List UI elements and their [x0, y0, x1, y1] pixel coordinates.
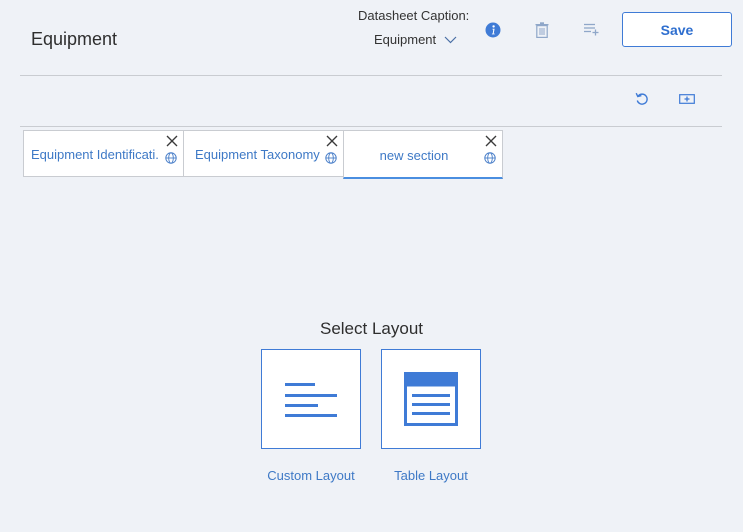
save-button[interactable]: Save — [622, 12, 732, 47]
globe-icon[interactable] — [484, 152, 496, 164]
add-section-button[interactable] — [675, 87, 699, 111]
tab-equipment-taxonomy[interactable]: Equipment Taxonomy — [183, 130, 344, 177]
globe-icon[interactable] — [165, 152, 177, 164]
globe-icon[interactable] — [325, 152, 337, 164]
datasheet-caption-dropdown[interactable]: Equipment — [374, 32, 457, 47]
table-layout-label[interactable]: Table Layout — [371, 468, 491, 483]
custom-layout-label[interactable]: Custom Layout — [251, 468, 371, 483]
page-title: Equipment — [31, 29, 118, 49]
tab-equipment-identification[interactable]: Equipment Identificati... — [23, 130, 184, 177]
select-layout-title: Select Layout — [319, 319, 423, 338]
add-section-icon — [679, 94, 695, 104]
tab-label: new section — [379, 148, 449, 163]
delete-button[interactable] — [530, 18, 554, 42]
custom-layout-icon — [285, 383, 337, 417]
info-button[interactable] — [481, 18, 505, 42]
custom-layout-card[interactable] — [261, 349, 361, 449]
close-icon[interactable] — [484, 134, 498, 148]
close-icon[interactable] — [165, 134, 179, 148]
table-layout-icon — [404, 372, 458, 426]
datasheet-caption-value: Equipment — [374, 32, 437, 47]
close-icon[interactable] — [325, 134, 339, 148]
tab-label: Equipment Taxonomy — [195, 147, 320, 162]
tab-label: Equipment Identificati... — [31, 147, 159, 162]
toolbar-divider — [20, 126, 722, 127]
tab-new-section[interactable]: new section — [343, 130, 503, 179]
add-list-icon — [584, 23, 599, 36]
datasheet-caption-label: Datasheet Caption: — [358, 8, 470, 23]
info-icon — [485, 22, 501, 38]
header-divider — [20, 75, 722, 76]
trash-icon — [535, 22, 549, 38]
add-list-button[interactable] — [579, 17, 603, 41]
chevron-down-icon — [444, 36, 457, 43]
undo-button[interactable] — [630, 87, 654, 111]
table-layout-card[interactable] — [381, 349, 481, 449]
undo-icon — [635, 92, 648, 105]
